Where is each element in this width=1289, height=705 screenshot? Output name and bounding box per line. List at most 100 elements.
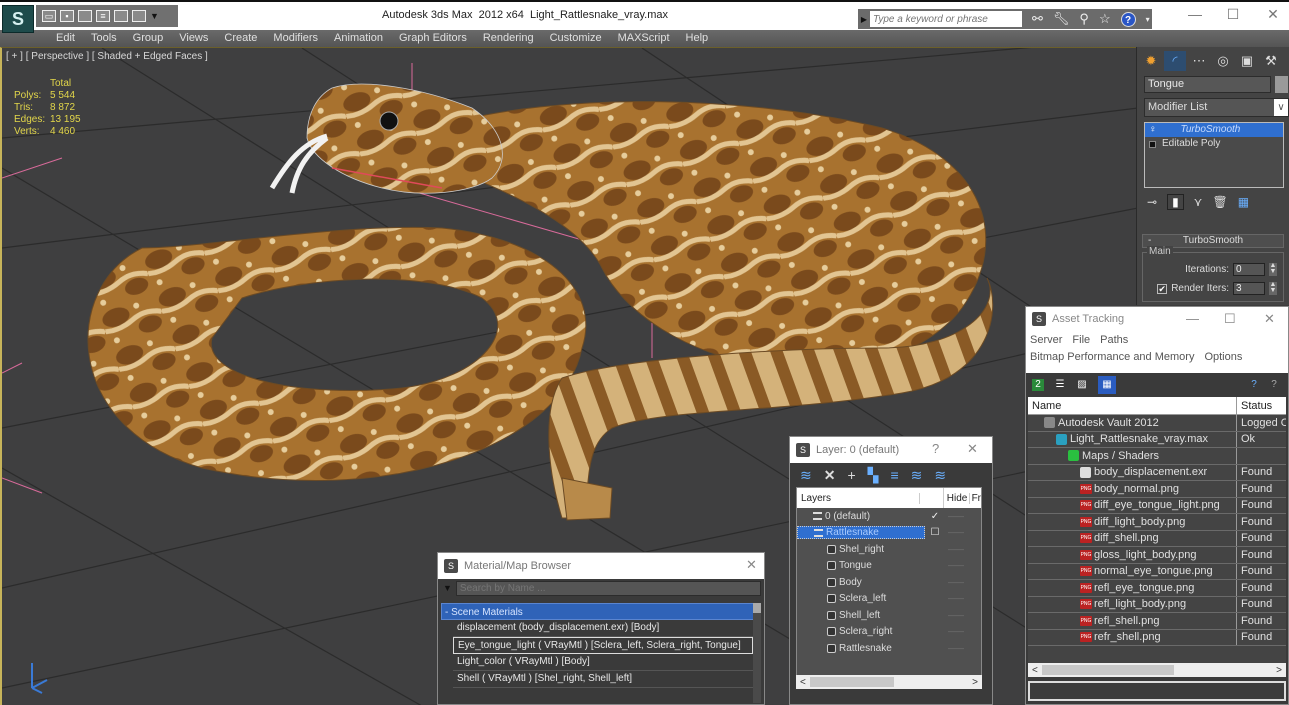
scroll-left-icon[interactable]: < bbox=[800, 677, 806, 688]
column-freeze[interactable]: Fr bbox=[970, 493, 981, 504]
pin-stack-icon[interactable]: ⊸ bbox=[1147, 195, 1157, 209]
table-row[interactable]: PNG refl_light_body.png Found bbox=[1028, 596, 1286, 613]
table-row[interactable]: Autodesk Vault 2012 Logged Out bbox=[1028, 415, 1286, 432]
menu-views[interactable]: Views bbox=[171, 30, 216, 47]
motion-tab-icon[interactable]: ◎ bbox=[1212, 51, 1234, 71]
chevron-down-icon[interactable]: ∨ bbox=[1274, 99, 1288, 116]
layer-row[interactable]: Shel_right —— bbox=[797, 541, 981, 558]
vault-help-icon[interactable]: ? bbox=[1248, 379, 1260, 391]
stack-item-turbosmooth[interactable]: ♀ TurboSmooth bbox=[1145, 123, 1283, 137]
scene-materials-group[interactable]: - Scene Materials bbox=[441, 603, 759, 620]
redo-icon[interactable] bbox=[132, 10, 146, 22]
menu-maxscript[interactable]: MAXScript bbox=[610, 30, 678, 47]
menu-server[interactable]: Server bbox=[1030, 334, 1062, 346]
maximize-button[interactable]: ☐ bbox=[1218, 6, 1248, 23]
undo-icon[interactable] bbox=[114, 10, 128, 22]
expand-box-icon[interactable] bbox=[1149, 140, 1156, 148]
remove-modifier-icon[interactable]: 🗑︎ bbox=[1212, 195, 1227, 209]
layer-dialog-titlebar[interactable]: S Layer: 0 (default) ? ✕ bbox=[790, 437, 992, 463]
scroll-thumb[interactable] bbox=[753, 603, 761, 613]
table-row[interactable]: PNG refl_eye_tongue.png Found bbox=[1028, 580, 1286, 597]
menu-options[interactable]: Options bbox=[1204, 351, 1242, 363]
configure-sets-icon[interactable]: ▦ bbox=[1238, 195, 1249, 209]
menu-file[interactable]: File bbox=[1072, 334, 1090, 346]
table-row[interactable]: PNG diff_eye_tongue_light.png Found bbox=[1028, 497, 1286, 514]
hide-toggle[interactable]: —— bbox=[945, 512, 967, 521]
layer-row[interactable]: Sclera_right —— bbox=[797, 624, 981, 641]
object-color-swatch[interactable] bbox=[1275, 76, 1288, 93]
material-item[interactable]: Light_color ( VRayMtl ) [Body] bbox=[453, 654, 753, 671]
table-row[interactable]: PNG diff_shell.png Found bbox=[1028, 530, 1286, 547]
menu-group[interactable]: Group bbox=[125, 30, 172, 47]
utilities-tab-icon[interactable]: ⚒ bbox=[1260, 51, 1282, 71]
table-row[interactable]: PNG normal_eye_tongue.png Found bbox=[1028, 563, 1286, 580]
menu-graph-editors[interactable]: Graph Editors bbox=[391, 30, 475, 47]
scroll-thumb[interactable] bbox=[810, 677, 894, 687]
new-layer-icon[interactable]: ≋ bbox=[800, 467, 812, 484]
table-row[interactable]: Maps / Shaders bbox=[1028, 448, 1286, 465]
highlight-layer-icon[interactable]: ≡ bbox=[890, 467, 898, 483]
horizontal-scrollbar[interactable]: < > bbox=[796, 675, 982, 689]
table-view-icon[interactable]: ▦ bbox=[1098, 376, 1116, 394]
search-input[interactable] bbox=[870, 11, 1022, 27]
save-icon[interactable]: ▪ bbox=[60, 10, 74, 22]
horizontal-scrollbar[interactable]: < > bbox=[1028, 663, 1286, 677]
hide-toggle[interactable]: —— bbox=[945, 644, 967, 653]
help-icon[interactable]: ? bbox=[1120, 11, 1136, 27]
hierarchy-tab-icon[interactable]: ⋯ bbox=[1188, 51, 1210, 71]
iterations-spinner[interactable]: 0 bbox=[1233, 263, 1265, 276]
add-to-layer-icon[interactable]: + bbox=[847, 467, 855, 483]
menu-paths[interactable]: Paths bbox=[1100, 334, 1128, 346]
layer-row[interactable]: Rattlesnake ☐ —— bbox=[797, 525, 981, 542]
asset-tracking-titlebar[interactable]: S Asset Tracking — ☐ ✕ bbox=[1026, 307, 1288, 331]
hide-toggle[interactable]: —— bbox=[945, 545, 967, 554]
help-button[interactable]: ? bbox=[932, 441, 939, 456]
column-layers[interactable]: Layers bbox=[797, 492, 920, 504]
options-dropdown-icon[interactable]: ▼ bbox=[443, 583, 452, 593]
current-layer-checkbox[interactable]: ✓ bbox=[925, 511, 945, 522]
make-unique-icon[interactable]: ⋎ bbox=[1194, 195, 1203, 209]
layer-row[interactable]: Sclera_left —— bbox=[797, 591, 981, 608]
object-name-field[interactable]: Tongue bbox=[1144, 76, 1271, 93]
layer-row[interactable]: Shell_left —— bbox=[797, 607, 981, 624]
viewport-label[interactable]: [ + ] [ Perspective ] [ Shaded + Edged F… bbox=[6, 51, 208, 62]
scroll-right-icon[interactable]: > bbox=[972, 677, 978, 688]
spinner-arrows-icon[interactable]: ▲ ▼ bbox=[1269, 262, 1277, 276]
spinner-arrows-icon[interactable]: ▲ ▼ bbox=[1269, 281, 1277, 295]
menu-modifiers[interactable]: Modifiers bbox=[265, 30, 326, 47]
layer-row[interactable]: Body —— bbox=[797, 574, 981, 591]
create-tab-icon[interactable]: ✹ bbox=[1140, 51, 1162, 71]
menu-create[interactable]: Create bbox=[216, 30, 265, 47]
hide-toggle[interactable]: —— bbox=[945, 561, 967, 570]
wrench-icon[interactable]: 🔧︎ bbox=[1053, 11, 1070, 27]
select-objects-icon[interactable]: ▚ bbox=[868, 467, 879, 484]
minimize-button[interactable]: — bbox=[1186, 311, 1199, 326]
app-menu-button[interactable]: S bbox=[2, 5, 34, 33]
menu-tools[interactable]: Tools bbox=[83, 30, 125, 47]
material-item[interactable]: displacement (body_displacement.exr) [Bo… bbox=[453, 620, 753, 637]
expand-arrow-icon[interactable]: ▶ bbox=[858, 15, 870, 24]
scroll-left-icon[interactable]: < bbox=[1032, 665, 1038, 676]
column-name[interactable]: Name bbox=[1028, 397, 1237, 414]
new-icon[interactable] bbox=[78, 10, 92, 22]
table-row[interactable]: PNG diff_light_body.png Found bbox=[1028, 514, 1286, 531]
maximize-button[interactable]: ☐ bbox=[1224, 311, 1236, 327]
path-field[interactable] bbox=[1028, 681, 1286, 701]
menu-edit[interactable]: Edit bbox=[48, 30, 83, 47]
material-item[interactable]: Shell ( VRayMtl ) [Shel_right, Shell_lef… bbox=[453, 671, 753, 688]
table-row[interactable]: Light_Rattlesnake_vray.max Ok bbox=[1028, 431, 1286, 448]
binoculars-icon[interactable]: ⚯ bbox=[1032, 11, 1043, 27]
stack-item-editable-poly[interactable]: Editable Poly bbox=[1145, 137, 1283, 151]
table-row[interactable]: PNG refl_shell.png Found bbox=[1028, 613, 1286, 630]
vertical-scrollbar[interactable] bbox=[753, 603, 761, 703]
help-icon[interactable]: ? bbox=[1268, 379, 1280, 391]
hold-icon[interactable]: ≡ bbox=[96, 10, 110, 22]
column-current[interactable] bbox=[920, 488, 944, 508]
column-status[interactable]: Status bbox=[1237, 400, 1286, 412]
material-browser-titlebar[interactable]: S Material/Map Browser ✕ bbox=[438, 553, 764, 579]
hide-toggle[interactable]: —— bbox=[945, 528, 967, 537]
lightbulb-icon[interactable]: ♀ bbox=[1149, 123, 1157, 137]
render-iters-spinner[interactable]: 3 bbox=[1233, 282, 1265, 295]
material-item[interactable]: Eye_tongue_light ( VRayMtl ) [Sclera_lef… bbox=[453, 637, 753, 654]
open-icon[interactable]: ▭ bbox=[42, 10, 56, 22]
